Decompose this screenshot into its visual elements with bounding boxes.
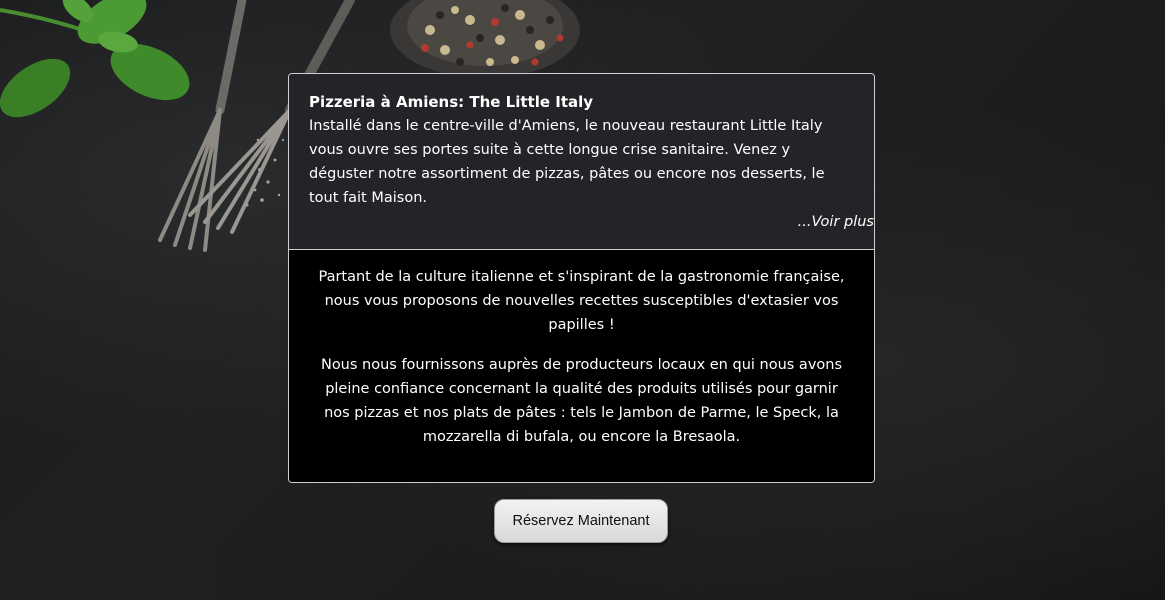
- card-title: Pizzeria à Amiens: The Little Italy: [309, 93, 594, 111]
- basil-leaves-icon: [0, 0, 190, 118]
- card-header-section: Pizzeria à Amiens: The Little Italy Inst…: [289, 74, 874, 250]
- card-intro-text: Installé dans le centre-ville d'Amiens, …: [309, 118, 825, 206]
- card-paragraph-culture: Partant de la culture italienne et s'ins…: [318, 269, 845, 333]
- see-more-link[interactable]: ...Voir plus: [798, 210, 874, 234]
- card-paragraph-suppliers: Nous nous fournissons auprès de producte…: [320, 357, 843, 445]
- peppercorn-bowl-icon: [390, 0, 580, 78]
- restaurant-info-card: Pizzeria à Amiens: The Little Italy Inst…: [288, 73, 875, 483]
- card-body-section: Partant de la culture italienne et s'ins…: [289, 250, 874, 482]
- reserve-now-button[interactable]: Réservez Maintenant: [494, 499, 668, 543]
